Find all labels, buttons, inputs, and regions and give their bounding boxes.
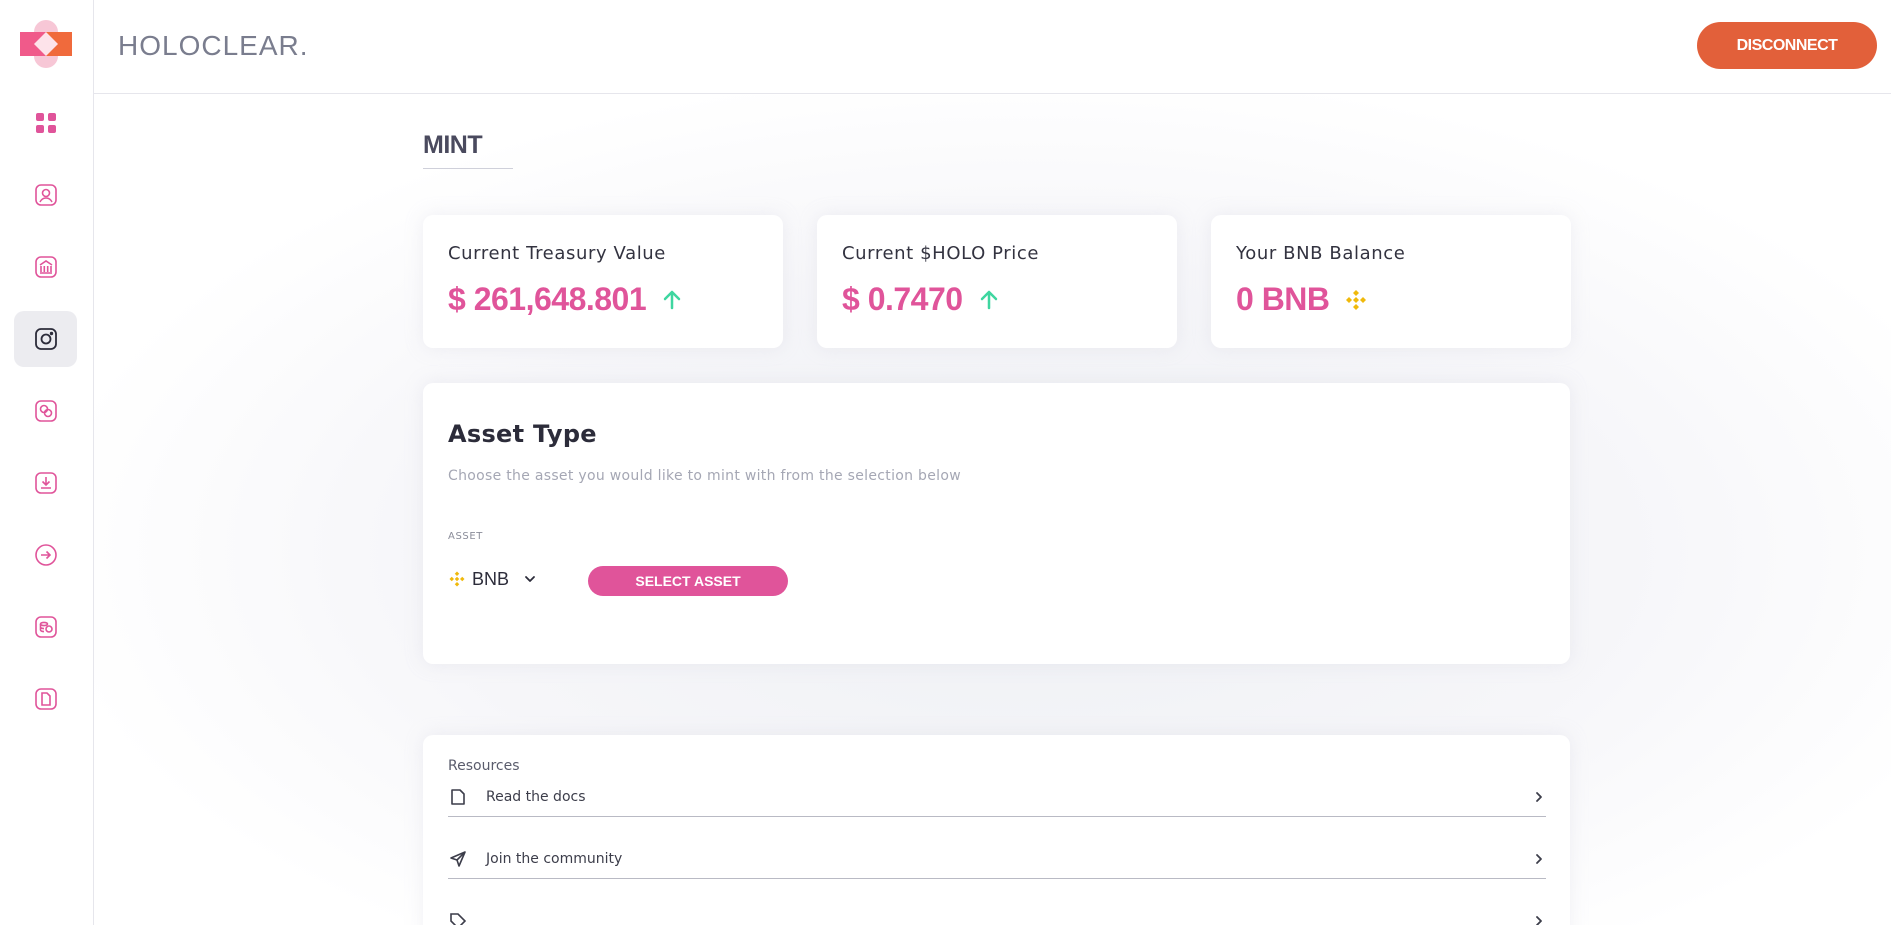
stat-value-text: $ 261,648.801 <box>448 281 647 317</box>
chevron-down-icon <box>525 576 535 582</box>
brand-wordmark: HOLOCLEAR. <box>118 30 309 61</box>
resource-join-community[interactable]: Join the community <box>448 839 1546 879</box>
sidebar-item-profile[interactable] <box>14 167 77 223</box>
disconnect-button[interactable]: DISCONNECT <box>1697 22 1877 69</box>
login-icon <box>34 544 57 566</box>
resources-card: Resources Read the docs Join the communi… <box>423 735 1570 925</box>
stat-label: Current $HOLO Price <box>842 243 1040 264</box>
sidebar-item-claim[interactable] <box>14 455 77 511</box>
stat-value: $ 0.7470 <box>842 281 1001 318</box>
sidebar-item-treasury[interactable] <box>14 239 77 295</box>
sidebar-item-dashboard[interactable] <box>14 95 77 151</box>
download-icon <box>34 472 57 494</box>
asset-type-subtitle: Choose the asset you would like to mint … <box>448 468 961 484</box>
bank-icon <box>34 256 57 278</box>
page-title: MINT <box>423 131 483 159</box>
select-asset-button[interactable]: SELECT ASSET <box>588 566 788 596</box>
stat-value-text: $ 0.7470 <box>842 281 963 317</box>
asset-dropdown[interactable]: BNB <box>448 566 537 592</box>
docs-icon <box>34 688 57 710</box>
exchange-icon <box>34 400 57 422</box>
stat-value: 0 BNB <box>1236 281 1368 318</box>
chevron-right-icon <box>1536 853 1542 864</box>
stat-label: Current Treasury Value <box>448 243 666 264</box>
asset-field-label: ASSET <box>448 531 483 542</box>
sidebar-item-exchange[interactable] <box>14 383 77 439</box>
stat-card-bnb-balance: Your BNB Balance 0 BNB <box>1211 215 1571 348</box>
sidebar-item-bonds[interactable] <box>14 599 77 655</box>
stat-value-text: 0 BNB <box>1236 281 1330 317</box>
resource-item-3[interactable] <box>448 901 1546 925</box>
sidebar <box>0 0 94 925</box>
send-icon <box>450 850 466 867</box>
coins-icon <box>34 616 57 638</box>
resources-title: Resources <box>448 758 520 774</box>
asset-type-title: Asset Type <box>448 420 597 448</box>
arrow-up-icon <box>663 290 681 309</box>
stat-card-holo-price: Current $HOLO Price $ 0.7470 <box>817 215 1177 348</box>
sidebar-item-stake[interactable] <box>14 527 77 583</box>
mint-icon <box>34 328 57 350</box>
bnb-icon <box>449 571 465 587</box>
main-content: MINT Current Treasury Value $ 261,648.80… <box>94 95 1891 925</box>
stat-label: Your BNB Balance <box>1236 243 1406 264</box>
docs-icon <box>451 788 465 805</box>
resource-label: Join the community <box>486 850 623 867</box>
bnb-icon <box>1345 289 1366 310</box>
dashboard-icon <box>35 113 56 133</box>
tag-icon <box>450 913 467 925</box>
asset-type-card: Asset Type Choose the asset you would li… <box>423 383 1570 664</box>
arrow-up-icon <box>980 290 997 309</box>
title-underline <box>423 168 513 169</box>
chevron-right-icon <box>1536 916 1542 925</box>
stat-value: $ 261,648.801 <box>448 281 684 318</box>
sidebar-item-mint[interactable] <box>14 311 77 367</box>
chevron-right-icon <box>1536 791 1542 802</box>
holoclear-logo-icon[interactable] <box>20 18 72 70</box>
resource-read-docs[interactable]: Read the docs <box>448 777 1546 817</box>
user-icon <box>34 184 57 206</box>
top-header: HOLOCLEAR. DISCONNECT <box>94 0 1891 94</box>
stat-card-treasury: Current Treasury Value $ 261,648.801 <box>423 215 783 348</box>
resource-label: Read the docs <box>486 788 586 805</box>
asset-dropdown-value: BNB <box>472 568 510 589</box>
sidebar-item-docs[interactable] <box>14 671 77 727</box>
